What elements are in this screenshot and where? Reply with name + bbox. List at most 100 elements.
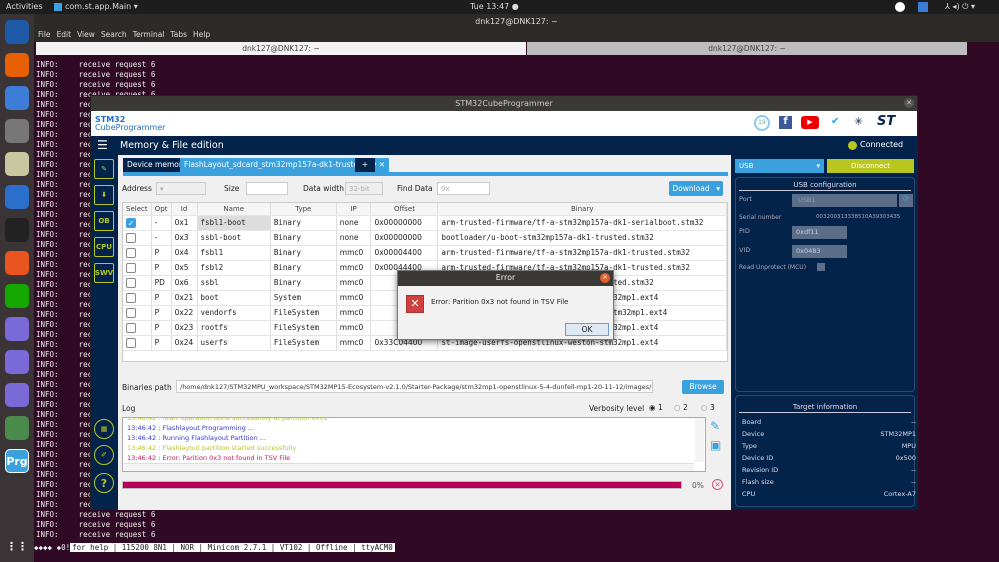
- dock-apps-icon[interactable]: ⋮⋮: [5, 534, 29, 558]
- plugin-icon[interactable]: ✐: [94, 445, 114, 465]
- cell-select[interactable]: ✓: [123, 215, 152, 231]
- download-button[interactable]: Download ▾: [669, 181, 723, 196]
- add-tab-button[interactable]: +: [355, 158, 375, 172]
- cell-select[interactable]: [123, 290, 152, 306]
- menu-terminal[interactable]: Terminal: [133, 30, 165, 39]
- verbosity-1-radio[interactable]: ◉ 1: [649, 403, 663, 412]
- chip-icon[interactable]: ▦: [94, 419, 114, 439]
- dock-prg-icon[interactable]: Prg: [5, 449, 29, 473]
- dock-writer-icon[interactable]: [5, 185, 29, 209]
- cell-select[interactable]: [123, 245, 152, 261]
- sidebar-swv[interactable]: SWV: [94, 263, 114, 283]
- menu-help[interactable]: Help: [193, 30, 210, 39]
- table-row[interactable]: P 0x4 fsbl1 Binary mmc0 0x00004400 arm-trusted…: [123, 245, 727, 261]
- select-checkbox[interactable]: [126, 277, 136, 288]
- menu-view[interactable]: View: [77, 30, 95, 39]
- table-row[interactable]: ✓ -0x1 fsbl1-boot Binary none 0x00000000 arm-t…: [123, 215, 727, 231]
- menu-icon[interactable]: ☰: [97, 139, 108, 151]
- clock[interactable]: Tue 13:47 ●: [470, 2, 519, 11]
- data-width-select[interactable]: 32-bit: [345, 182, 383, 195]
- menu-search[interactable]: Search: [101, 30, 127, 39]
- col-binary[interactable]: Binary: [437, 203, 727, 216]
- disconnect-button[interactable]: Disconnect: [827, 159, 914, 173]
- select-checkbox[interactable]: [126, 307, 136, 318]
- vid-field[interactable]: 0x0483: [792, 245, 847, 258]
- col-select[interactable]: Select: [123, 203, 152, 216]
- dock-drive-icon[interactable]: [5, 416, 29, 440]
- menu-file[interactable]: File: [38, 30, 51, 39]
- sidebar-ob[interactable]: OB: [94, 211, 114, 231]
- app-menu[interactable]: com.st.app.Main ▾: [65, 2, 138, 11]
- cell-select[interactable]: [123, 275, 152, 291]
- select-checkbox[interactable]: [126, 232, 136, 243]
- activities-button[interactable]: Activities: [6, 2, 43, 11]
- size-input[interactable]: [246, 182, 288, 195]
- col-offset[interactable]: Offset: [370, 203, 439, 216]
- download-icon[interactable]: ⬇: [94, 185, 114, 205]
- cell-select[interactable]: [123, 335, 152, 351]
- network-icon[interactable]: ✳: [854, 115, 863, 128]
- close-tab-icon[interactable]: ✕: [379, 160, 385, 169]
- anniversary-icon[interactable]: 19: [754, 115, 770, 131]
- select-checkbox[interactable]: [126, 247, 136, 258]
- dialog-close-icon[interactable]: ✕: [600, 273, 610, 283]
- menu-tabs[interactable]: Tabs: [170, 30, 187, 39]
- dock-help-icon[interactable]: [5, 86, 29, 110]
- refresh-icon[interactable]: ⟳: [899, 194, 913, 207]
- st-logo[interactable]: ST: [877, 114, 895, 129]
- select-checkbox[interactable]: [126, 337, 136, 348]
- cell-select[interactable]: [123, 260, 152, 276]
- read-unprotect-checkbox[interactable]: [817, 263, 825, 271]
- find-data-input[interactable]: 0x: [437, 182, 490, 195]
- vscode-icon[interactable]: [918, 2, 928, 12]
- facebook-icon[interactable]: f: [779, 116, 792, 129]
- terminal-tab-2[interactable]: dnk127@DNK127: ~: [527, 42, 967, 55]
- clear-log-icon[interactable]: ✎: [710, 419, 720, 433]
- table-row[interactable]: -0x3 ssbl-boot Binary none 0x00000000 bootloa…: [123, 230, 727, 246]
- dock-upwork-icon[interactable]: [5, 284, 29, 308]
- cancel-icon[interactable]: ✕: [712, 479, 723, 490]
- verbosity-2-radio[interactable]: ○ 2: [674, 403, 688, 412]
- menu-edit[interactable]: Edit: [57, 30, 72, 39]
- help-icon[interactable]: ?: [94, 473, 114, 493]
- dock-software-icon[interactable]: [5, 251, 29, 275]
- browse-button[interactable]: Browse: [682, 380, 724, 394]
- dock-thunderbird-icon[interactable]: [5, 20, 29, 44]
- sidebar-cpu[interactable]: CPU: [94, 237, 114, 257]
- dock-app-icon[interactable]: [5, 383, 29, 407]
- select-checkbox[interactable]: [126, 262, 136, 273]
- col-name[interactable]: Name: [197, 203, 271, 216]
- col-type[interactable]: Type: [270, 203, 337, 216]
- col-id[interactable]: Id: [171, 203, 198, 216]
- col-opt[interactable]: Opt: [151, 203, 172, 216]
- twitter-icon[interactable]: ✔: [831, 116, 839, 127]
- select-checkbox[interactable]: ✓: [126, 217, 136, 228]
- terminal-tab-1[interactable]: dnk127@DNK127: ~: [36, 42, 526, 55]
- skype-icon[interactable]: [895, 2, 905, 12]
- select-checkbox[interactable]: [126, 292, 136, 303]
- ok-button[interactable]: OK: [565, 323, 609, 336]
- log-horizontal-scrollbar[interactable]: [124, 463, 694, 471]
- pid-field[interactable]: 0xdf11: [792, 226, 847, 239]
- chevron-down-icon[interactable]: ▾: [716, 181, 720, 196]
- col-ip[interactable]: IP: [336, 203, 372, 216]
- dock-firefox-icon[interactable]: [5, 53, 29, 77]
- dock-files-icon[interactable]: [5, 119, 29, 143]
- address-select[interactable]: ▾: [156, 182, 206, 195]
- cell-select[interactable]: [123, 305, 152, 321]
- port-select[interactable]: USB1: [792, 194, 897, 207]
- select-checkbox[interactable]: [126, 322, 136, 333]
- dock-sound-icon[interactable]: [5, 152, 29, 176]
- save-log-icon[interactable]: ▣: [710, 438, 721, 452]
- log-vertical-scrollbar[interactable]: [695, 418, 704, 462]
- edit-memory-icon[interactable]: ✎: [94, 159, 114, 179]
- youtube-icon[interactable]: ▶: [801, 116, 819, 129]
- cell-select[interactable]: [123, 230, 152, 246]
- binaries-path-input[interactable]: /home/dnk127/STM32MPU_workspace/STM32MP1…: [176, 380, 653, 393]
- close-icon[interactable]: ✕: [904, 98, 914, 108]
- verbosity-3-radio[interactable]: ○ 3: [701, 403, 715, 412]
- dock-terminal-icon[interactable]: [5, 218, 29, 242]
- dock-app-icon[interactable]: [5, 317, 29, 341]
- system-tray[interactable]: ⅄ ◂) ⏻ ▾: [945, 2, 975, 12]
- dock-app-icon[interactable]: [5, 350, 29, 374]
